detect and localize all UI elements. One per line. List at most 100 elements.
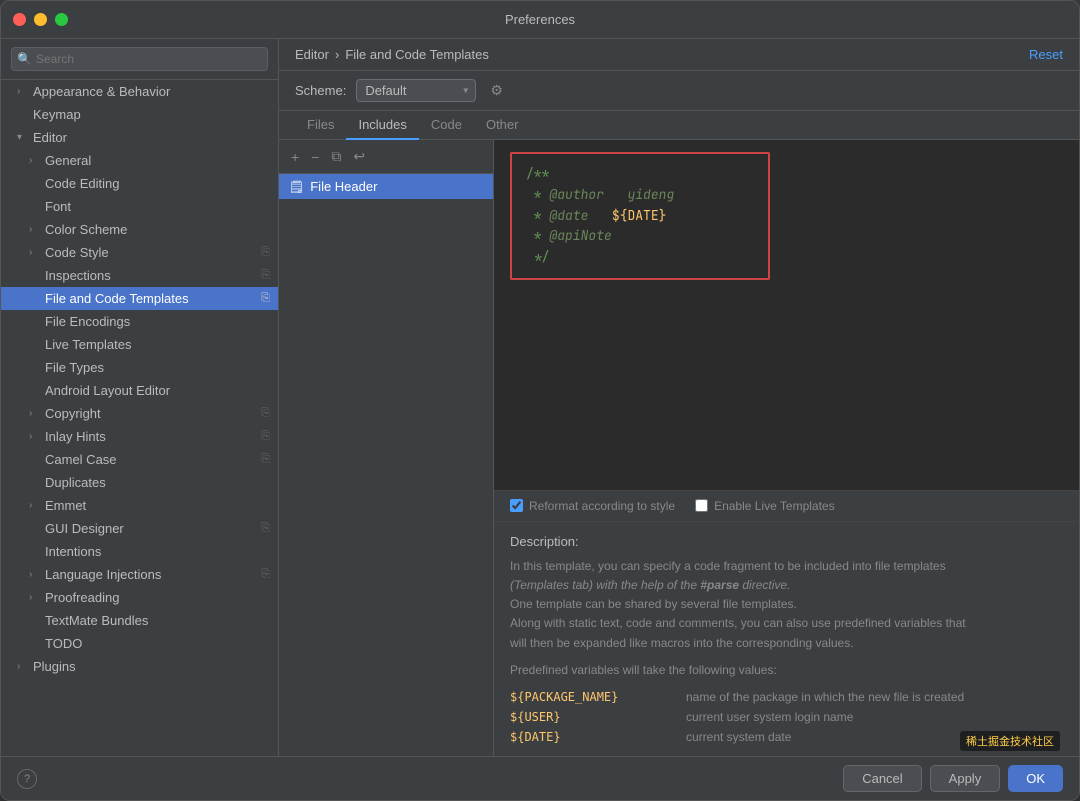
copy-template-button[interactable]: ⧉ <box>327 146 345 167</box>
sidebar-item-intentions[interactable]: Intentions <box>1 540 278 563</box>
sidebar-item-label: Editor <box>33 130 67 145</box>
tab-includes[interactable]: Includes <box>346 111 418 140</box>
add-template-button[interactable]: + <box>287 147 303 167</box>
reformat-checkbox-label[interactable]: Reformat according to style <box>510 499 675 513</box>
sidebar-item-label: Android Layout Editor <box>45 383 170 398</box>
sidebar-item-editor[interactable]: Editor <box>1 126 278 149</box>
sidebar-item-language-injections[interactable]: Language Injections ⎘ <box>1 563 278 586</box>
tab-other[interactable]: Other <box>474 111 531 140</box>
bottom-left: ? <box>17 769 37 789</box>
search-input[interactable] <box>11 47 268 71</box>
code-author-tag: @author <box>549 186 604 203</box>
code-editor[interactable]: /** * @author yideng * @date <box>494 140 1079 490</box>
chevron-icon <box>17 86 27 97</box>
live-templates-checkbox-label[interactable]: Enable Live Templates <box>695 499 835 513</box>
minimize-button[interactable] <box>34 13 47 26</box>
sidebar-item-code-style[interactable]: Code Style ⎘ <box>1 241 278 264</box>
breadcrumb: Editor › File and Code Templates <box>295 47 489 62</box>
search-icon: 🔍 <box>17 52 32 66</box>
sidebar-item-inspections[interactable]: Inspections ⎘ <box>1 264 278 287</box>
ok-button[interactable]: OK <box>1008 765 1063 792</box>
chevron-icon <box>29 247 39 258</box>
code-author-value: yideng <box>627 186 674 203</box>
sidebar-item-file-code-templates[interactable]: File and Code Templates ⎘ <box>1 287 278 310</box>
sidebar-item-label: Code Style <box>45 245 109 260</box>
description-text: In this template, you can specify a code… <box>510 557 1063 653</box>
sidebar-item-color-scheme[interactable]: Color Scheme <box>1 218 278 241</box>
maximize-button[interactable] <box>55 13 68 26</box>
live-templates-checkbox[interactable] <box>695 499 708 512</box>
bottom-buttons: Cancel Apply OK <box>843 765 1063 792</box>
var-desc-date: current system date <box>686 730 791 744</box>
sidebar-item-file-encodings[interactable]: File Encodings <box>1 310 278 333</box>
sidebar-item-gui-designer[interactable]: GUI Designer ⎘ <box>1 517 278 540</box>
reset-button[interactable]: Reset <box>1029 47 1063 62</box>
sidebar-scroll[interactable]: Appearance & Behavior Keymap Editor Gene… <box>1 80 278 756</box>
copy-icon: ⎘ <box>261 246 270 259</box>
sidebar-item-copyright[interactable]: Copyright ⎘ <box>1 402 278 425</box>
sidebar-item-live-templates[interactable]: Live Templates <box>1 333 278 356</box>
sidebar-item-label: Keymap <box>33 107 81 122</box>
sidebar-item-label: Plugins <box>33 659 76 674</box>
sidebar-item-label: TextMate Bundles <box>45 613 148 628</box>
chevron-icon <box>29 569 39 580</box>
scheme-select[interactable]: Default Project <box>356 79 476 102</box>
chevron-icon <box>29 592 39 603</box>
code-content: /** * @author yideng * @date <box>510 152 770 280</box>
reformat-checkbox[interactable] <box>510 499 523 512</box>
sidebar-item-camel-case[interactable]: Camel Case ⎘ <box>1 448 278 471</box>
sidebar-item-appearance[interactable]: Appearance & Behavior <box>1 80 278 103</box>
search-bar: 🔍 <box>1 39 278 80</box>
sidebar-item-textmate-bundles[interactable]: TextMate Bundles <box>1 609 278 632</box>
reformat-label: Reformat according to style <box>529 499 675 513</box>
sidebar-item-label: Appearance & Behavior <box>33 84 170 99</box>
main-layout: 🔍 Appearance & Behavior Keymap Editor <box>1 39 1079 756</box>
chevron-icon <box>29 431 39 442</box>
sidebar-item-label: Language Injections <box>45 567 161 582</box>
desc-text-5: will then be expanded like macros into t… <box>510 636 854 650</box>
sidebar-item-font[interactable]: Font <box>1 195 278 218</box>
sidebar-item-label: Proofreading <box>45 590 119 605</box>
code-apinote-tag: @apiNote <box>549 227 611 244</box>
sidebar-item-label: Color Scheme <box>45 222 127 237</box>
sidebar-item-android-layout-editor[interactable]: Android Layout Editor <box>1 379 278 402</box>
desc-text-3: One template can be shared by several fi… <box>510 597 797 611</box>
template-file-icon: 🗒 <box>289 180 304 194</box>
copy-icon: ⎘ <box>261 568 270 581</box>
var-name-date: ${DATE} <box>510 730 670 744</box>
sidebar-item-file-types[interactable]: File Types <box>1 356 278 379</box>
sidebar-item-duplicates[interactable]: Duplicates <box>1 471 278 494</box>
tab-code[interactable]: Code <box>419 111 474 140</box>
chevron-icon <box>29 500 39 511</box>
desc-text-1: In this template, you can specify a code… <box>510 559 946 573</box>
predefined-vars-title: Predefined variables will take the follo… <box>510 661 1063 680</box>
template-item-label: File Header <box>310 179 377 194</box>
sidebar: 🔍 Appearance & Behavior Keymap Editor <box>1 39 279 756</box>
sidebar-item-label: Copyright <box>45 406 101 421</box>
close-button[interactable] <box>13 13 26 26</box>
tabs-row: Files Includes Code Other <box>279 111 1079 140</box>
apply-button[interactable]: Apply <box>930 765 1001 792</box>
sidebar-item-inlay-hints[interactable]: Inlay Hints ⎘ <box>1 425 278 448</box>
bottom-bar: ? Cancel Apply OK <box>1 756 1079 800</box>
sidebar-item-label: Code Editing <box>45 176 119 191</box>
sidebar-item-emmet[interactable]: Emmet <box>1 494 278 517</box>
sidebar-item-todo[interactable]: TODO <box>1 632 278 655</box>
copy-icon: ⎘ <box>261 407 270 420</box>
code-end: */ <box>526 248 549 265</box>
split-area: + − ⧉ ↩ 🗒 File Header <box>279 140 1079 756</box>
help-button[interactable]: ? <box>17 769 37 789</box>
sidebar-item-plugins[interactable]: Plugins <box>1 655 278 678</box>
traffic-lights <box>13 13 68 26</box>
sidebar-item-general[interactable]: General <box>1 149 278 172</box>
sidebar-item-proofreading[interactable]: Proofreading <box>1 586 278 609</box>
template-item-file-header[interactable]: 🗒 File Header <box>279 174 493 199</box>
sidebar-item-code-editing[interactable]: Code Editing <box>1 172 278 195</box>
gear-button[interactable]: ⚙ <box>486 80 507 101</box>
reset-template-button[interactable]: ↩ <box>349 146 369 167</box>
sidebar-item-keymap[interactable]: Keymap <box>1 103 278 126</box>
breadcrumb-current: File and Code Templates <box>345 47 489 62</box>
cancel-button[interactable]: Cancel <box>843 765 921 792</box>
tab-files[interactable]: Files <box>295 111 346 140</box>
remove-template-button[interactable]: − <box>307 147 323 167</box>
